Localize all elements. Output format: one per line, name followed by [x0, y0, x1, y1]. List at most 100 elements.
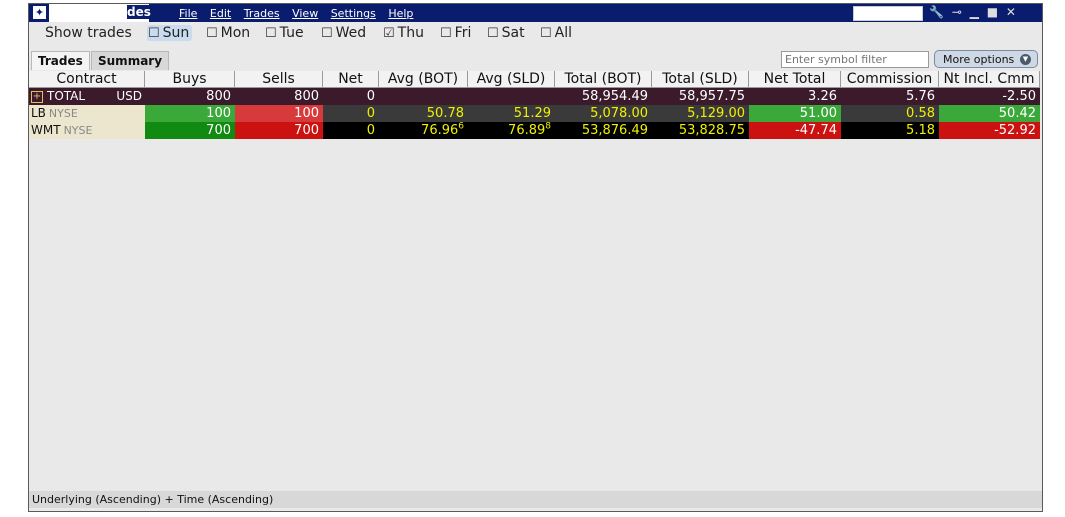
total-total-sld: 58,957.75 [678, 89, 745, 104]
col-header-total-sld[interactable]: Total (SLD) [652, 71, 749, 88]
net-total-cell: -47.74 [749, 122, 841, 139]
avg-sld-cell: 51.29 [468, 105, 555, 122]
minimize-icon[interactable]: ▁ [970, 5, 979, 19]
menu-trades[interactable]: Trades [244, 7, 280, 20]
buys-cell: 700 [145, 122, 235, 139]
checkbox-icon[interactable]: ☐ [148, 26, 160, 41]
app-icon[interactable]: ✦ [33, 6, 46, 19]
table-row[interactable]: WMT NYSE 700 700 0 76.966 76.898 53,876.4… [29, 122, 1040, 139]
avg-bot-sup: 6 [458, 122, 464, 132]
menu-settings[interactable]: Settings [331, 7, 376, 20]
window-title: des [127, 5, 153, 19]
avg-bot-cell: 76.966 [379, 122, 468, 139]
title-input-field[interactable] [853, 6, 923, 21]
total-contract-cell: + TOTAL USD [29, 88, 145, 105]
col-header-avg-bot[interactable]: Avg (BOT) [379, 71, 468, 88]
col-header-commission[interactable]: Commission [841, 71, 939, 88]
checkbox-icon[interactable]: ☐ [440, 26, 452, 41]
exchange-label: NYSE [63, 124, 93, 137]
total-avg-bot [379, 88, 468, 105]
contract-symbol: WMT [31, 123, 61, 137]
commission-cell: 0.58 [841, 105, 939, 122]
menu-file[interactable]: File [179, 7, 197, 20]
net-cell: 0 [323, 105, 379, 122]
total-row[interactable]: + TOTAL USD 800 800 0 58,954.49 58,957.75… [29, 88, 1040, 105]
menu-help[interactable]: Help [388, 7, 413, 20]
more-options-label: More options [943, 53, 1015, 66]
contract-symbol: LB [31, 106, 46, 120]
day-label: Wed [335, 25, 367, 41]
day-label: Sun [162, 25, 190, 41]
day-label: Tue [279, 25, 304, 41]
col-header-net[interactable]: Net [323, 71, 379, 88]
day-label: Thu [397, 25, 424, 41]
col-header-sells[interactable]: Sells [235, 71, 323, 88]
total-net-total: 3.26 [808, 89, 837, 104]
net-total-cell: 51.00 [749, 105, 841, 122]
checkbox-checked-icon[interactable]: ☑ [383, 26, 395, 41]
nt-incl-cmm-cell: -52.92 [939, 122, 1040, 139]
day-label: Fri [454, 25, 472, 41]
buys-cell: 100 [145, 105, 235, 122]
menu-bar: File Edit Trades View Settings Help [179, 7, 422, 20]
menu-view[interactable]: View [292, 7, 318, 20]
total-sld-cell: 53,828.75 [652, 122, 749, 139]
avg-bot-value: 76.96 [421, 123, 459, 138]
total-bot-cell: 53,876.49 [555, 122, 652, 139]
contract-cell: LB NYSE [29, 105, 145, 122]
window-controls: 🔧 ⊸ ▁ ■ ✕ [929, 5, 1020, 19]
contract-cell: WMT NYSE [29, 122, 145, 139]
col-header-net-total[interactable]: Net Total [749, 71, 841, 88]
tab-summary[interactable]: Summary [91, 51, 170, 70]
exchange-label: NYSE [48, 107, 78, 120]
status-bar: Underlying (Ascending) + Time (Ascending… [29, 491, 1042, 508]
day-thu[interactable]: ☑ Thu [383, 25, 424, 41]
tab-trades[interactable]: Trades [31, 51, 90, 70]
day-sat[interactable]: ☐ Sat [487, 25, 525, 41]
day-sun[interactable]: ☐ Sun [147, 25, 193, 41]
trades-window: ✦ des File Edit Trades View Settings Hel… [28, 3, 1043, 512]
checkbox-icon[interactable]: ☐ [540, 26, 552, 41]
close-icon[interactable]: ✕ [1006, 5, 1016, 19]
wrench-icon[interactable]: 🔧 [929, 5, 944, 19]
avg-sld-cell: 76.898 [468, 122, 555, 139]
nt-incl-cmm-cell: 50.42 [939, 105, 1040, 122]
total-sld-cell: 5,129.00 [652, 105, 749, 122]
col-header-buys[interactable]: Buys [145, 71, 235, 88]
total-net: 0 [366, 89, 375, 104]
day-all[interactable]: ☐ All [540, 25, 572, 41]
menu-edit[interactable]: Edit [210, 7, 231, 20]
avg-sld-value: 76.89 [508, 123, 546, 138]
title-bar: ✦ des File Edit Trades View Settings Hel… [29, 4, 1042, 22]
col-header-avg-sld[interactable]: Avg (SLD) [468, 71, 555, 88]
col-header-contract[interactable]: Contract [29, 71, 145, 88]
checkbox-icon[interactable]: ☐ [321, 26, 333, 41]
day-label: Sat [501, 25, 525, 41]
total-total-bot: 58,954.49 [581, 89, 648, 104]
day-tue[interactable]: ☐ Tue [265, 25, 304, 41]
total-nt-incl-cmm: -2.50 [1002, 89, 1036, 104]
checkbox-icon[interactable]: ☐ [265, 26, 277, 41]
avg-bot-cell: 50.78 [379, 105, 468, 122]
day-wed[interactable]: ☐ Wed [321, 25, 366, 41]
show-trades-row: Show trades ☐ Sun ☐ Mon ☐ Tue ☐ Wed ☑ Thu ☐ Fr… [29, 24, 1042, 44]
sells-cell: 700 [235, 122, 323, 139]
total-commission: 5.76 [906, 89, 935, 104]
day-fri[interactable]: ☐ Fri [440, 25, 471, 41]
expand-icon[interactable]: + [31, 90, 43, 103]
show-trades-label: Show trades [45, 25, 132, 41]
total-bot-cell: 5,078.00 [555, 105, 652, 122]
total-label: TOTAL [47, 89, 86, 103]
maximize-icon[interactable]: ■ [987, 5, 998, 19]
pin-icon[interactable]: ⊸ [952, 5, 962, 19]
checkbox-icon[interactable]: ☐ [206, 26, 218, 41]
day-mon[interactable]: ☐ Mon [206, 25, 250, 41]
total-currency: USD [116, 89, 142, 103]
checkbox-icon[interactable]: ☐ [487, 26, 499, 41]
table-row[interactable]: LB NYSE 100 100 0 50.78 51.29 5,078.00 5,… [29, 105, 1040, 122]
more-options-button[interactable]: More options ▼ [934, 50, 1038, 68]
symbol-filter-input[interactable] [781, 51, 929, 68]
avg-sld-value: 51.29 [513, 106, 551, 121]
col-header-nt-incl-cmm[interactable]: Nt Incl. Cmm [939, 71, 1040, 88]
col-header-total-bot[interactable]: Total (BOT) [555, 71, 652, 88]
